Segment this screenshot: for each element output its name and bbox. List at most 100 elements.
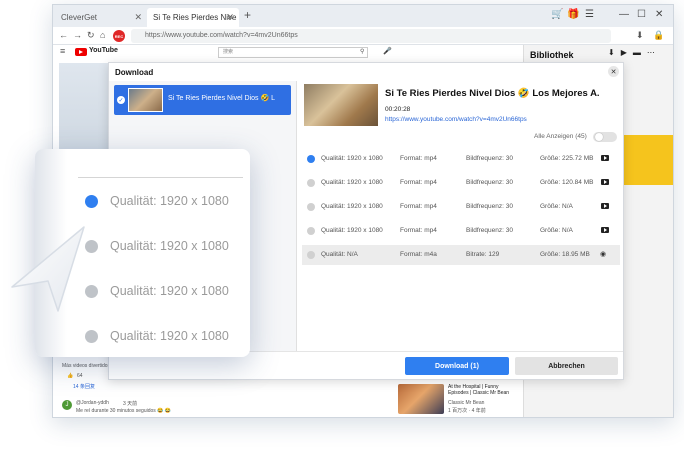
forward-icon[interactable]: →: [73, 30, 82, 40]
youtube-play-icon[interactable]: [601, 203, 609, 209]
youtube-play-icon[interactable]: [601, 227, 609, 233]
comment-text: Me reí durante 30 minutos seguidos 😂 😂: [76, 408, 171, 414]
mouse-cursor-icon: [11, 226, 85, 312]
queue-item[interactable]: ✓ Si Te Ries Pierdes Nivel Dios 🤣 L: [114, 85, 291, 115]
comment-time: 3 天前: [123, 401, 138, 407]
format-quality: Qualität: 1920 x 1080: [110, 329, 229, 343]
cancel-button[interactable]: Abbrechen: [515, 357, 618, 375]
format-row[interactable]: Qualität: 1920 x 1080 Format: mp4 Bildfreq…: [302, 149, 620, 169]
youtube-logo-text: YouTube: [89, 47, 118, 54]
format-rate: Bildfrequenz: 30: [466, 155, 513, 162]
format-radio[interactable]: [85, 330, 98, 343]
format-quality: Qualität: 1920 x 1080: [321, 203, 383, 210]
tab-bar: CleverGet ✕ Si Te Ries Pierdes Nive ✕ + …: [53, 5, 673, 27]
library-title: Bibliothek: [530, 50, 574, 60]
cart-icon[interactable]: 🛒: [551, 9, 563, 20]
format-radio[interactable]: [307, 179, 315, 187]
format-quality: Qualität: 1920 x 1080: [110, 194, 229, 208]
url-field[interactable]: https://www.youtube.com/watch?v=4mv2Un66…: [131, 29, 611, 43]
tab-cleverget[interactable]: CleverGet ✕: [55, 8, 147, 27]
gift-icon[interactable]: 🎁: [567, 9, 579, 20]
new-tab-plus-icon[interactable]: +: [244, 8, 251, 22]
format-radio[interactable]: [307, 251, 315, 259]
format-row[interactable]: Qualität: 1920 x 1080 Format: mp4 Bildfreq…: [302, 221, 620, 241]
youtube-header: ≡ YouTube 搜索 ⚲ 🎤: [53, 45, 523, 61]
menu-icon[interactable]: ☰: [585, 9, 594, 20]
home-icon[interactable]: ⌂: [100, 30, 105, 40]
microphone-icon[interactable]: 🎤: [383, 47, 392, 55]
like-count: 64: [77, 373, 83, 379]
hamburger-icon[interactable]: ≡: [60, 46, 65, 56]
audio-icon[interactable]: ▬: [633, 48, 641, 57]
format-type: Format: m4a: [400, 251, 437, 258]
format-row[interactable]: Qualität: 1920 x 1080 Format: mp4 Bildfreq…: [302, 173, 620, 193]
tab-label: CleverGet: [61, 13, 98, 22]
format-row[interactable]: Qualität: N/A Format: m4a Bitrate: 129 Größ…: [302, 245, 620, 265]
screenshot-stage: CleverGet ✕ Si Te Ries Pierdes Nive ✕ + …: [0, 0, 684, 449]
video-url-link[interactable]: https://www.youtube.com/watch?v=4mv2Un66…: [385, 116, 527, 123]
download-icon[interactable]: ⬇: [608, 48, 615, 57]
lock-icon[interactable]: 🔒: [653, 30, 664, 41]
address-bar: ← → ↻ ⌂ REC https://www.youtube.com/watc…: [53, 27, 673, 45]
sidebar-video-channel: Classic Mr Bean: [448, 400, 485, 406]
close-icon[interactable]: ✕: [134, 12, 142, 23]
replies-link[interactable]: 14 条回复: [73, 383, 95, 390]
close-icon[interactable]: ✕: [226, 12, 234, 23]
dialog-title: Download: [115, 68, 154, 77]
format-type: Format: mp4: [400, 227, 437, 234]
format-size: Größe: N/A: [540, 227, 573, 234]
download-button[interactable]: Download (1): [405, 357, 509, 375]
commenter-name[interactable]: @Jordan-yddh: [76, 400, 109, 406]
format-rate: Bitrate: 129: [466, 251, 500, 258]
format-radio[interactable]: [85, 195, 98, 208]
toggle-knob: [595, 133, 603, 141]
maximize-icon[interactable]: ☐: [637, 9, 646, 20]
format-quality: Qualität: 1920 x 1080: [110, 284, 229, 298]
close-icon[interactable]: ✕: [608, 66, 619, 77]
format-rate: Bildfrequenz: 30: [466, 227, 513, 234]
format-radio[interactable]: [307, 203, 315, 211]
format-quality: Qualität: 1920 x 1080: [321, 155, 383, 162]
check-icon[interactable]: ✓: [117, 96, 125, 104]
reload-icon[interactable]: ↻: [87, 30, 95, 41]
video-thumbnail: [304, 84, 378, 126]
record-button[interactable]: REC: [113, 30, 125, 42]
sidebar-video-meta: 1 百万次 · 4 年前: [448, 408, 486, 414]
format-rate: Bildfrequenz: 30: [466, 203, 513, 210]
video-title: Si Te Ries Pierdes Nivel Dios 🤣 Los Mejo…: [385, 88, 600, 99]
format-quality: Qualität: 1920 x 1080: [321, 227, 383, 234]
minimize-icon[interactable]: —: [619, 9, 629, 20]
video-icon[interactable]: ▶: [621, 48, 627, 57]
thumbs-up-icon[interactable]: 👍: [67, 373, 73, 379]
window-close-icon[interactable]: ✕: [655, 9, 663, 20]
format-quality: Qualität: 1920 x 1080: [110, 239, 229, 253]
sidebar-video-title[interactable]: At the Hospital | Funny Episodes | Class…: [448, 384, 520, 396]
tab-active-video[interactable]: Si Te Ries Pierdes Nive ✕: [147, 8, 239, 27]
avatar[interactable]: J: [62, 400, 72, 410]
back-icon[interactable]: ←: [59, 30, 68, 40]
youtube-play-icon[interactable]: [601, 179, 609, 185]
format-radio[interactable]: [307, 227, 315, 235]
format-type: Format: mp4: [400, 203, 437, 210]
format-row[interactable]: Qualität: 1920 x 1080 Format: mp4 Bildfreq…: [302, 197, 620, 217]
play-icon: [79, 50, 83, 54]
format-type: Format: mp4: [400, 179, 437, 186]
audio-preview-icon[interactable]: ◉: [600, 250, 606, 258]
format-size: Größe: 120.84 MB: [540, 179, 594, 186]
search-icon[interactable]: ⚲: [360, 48, 364, 55]
show-all-label: Alle Anzeigen (45): [534, 133, 587, 140]
format-quality: Qualität: N/A: [321, 251, 358, 258]
more-icon[interactable]: ⋯: [647, 48, 655, 57]
format-size: Größe: N/A: [540, 203, 573, 210]
youtube-play-icon[interactable]: [601, 155, 609, 161]
format-size: Größe: 225.72 MB: [540, 155, 594, 162]
queue-item-thumbnail: [128, 88, 163, 112]
format-radio[interactable]: [307, 155, 315, 163]
queue-item-title: Si Te Ries Pierdes Nivel Dios 🤣 L: [168, 95, 276, 102]
sidebar-video-thumbnail[interactable]: [398, 384, 444, 414]
comment-text: Más videos divertidos: [62, 363, 111, 369]
download-icon[interactable]: ⬇: [636, 30, 644, 41]
format-quality: Qualität: 1920 x 1080: [321, 179, 383, 186]
tab-label: Si Te Ries Pierdes Nive: [153, 13, 237, 22]
youtube-search-input[interactable]: 搜索: [218, 47, 368, 58]
